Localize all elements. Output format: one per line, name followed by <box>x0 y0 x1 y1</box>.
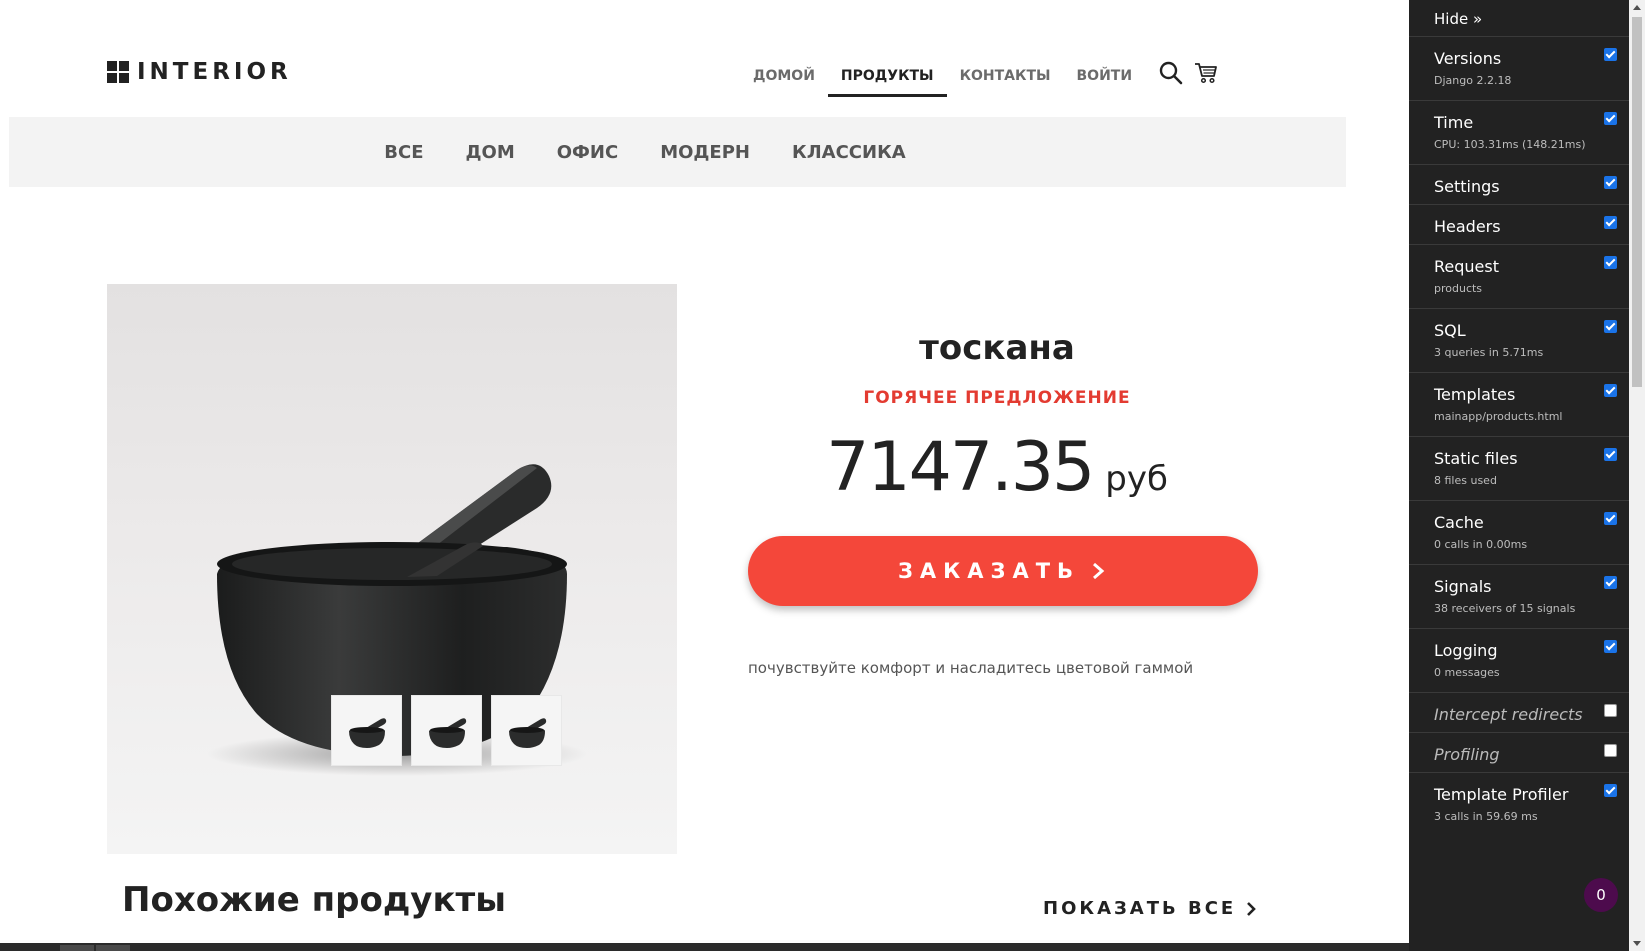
panel-toggle-checkbox[interactable] <box>1604 48 1617 61</box>
panel-toggle-checkbox[interactable] <box>1604 112 1617 125</box>
debug-panel-name: Template Profiler <box>1434 785 1569 804</box>
debug-panel-name: SQL <box>1434 321 1466 340</box>
panel-toggle-checkbox[interactable] <box>1604 704 1617 717</box>
panel-toggle-checkbox[interactable] <box>1604 744 1617 757</box>
panel-toggle-checkbox[interactable] <box>1604 216 1617 229</box>
nav-link-3[interactable]: ВОЙТИ <box>1064 60 1146 97</box>
category-link-4[interactable]: КЛАССИКА <box>792 142 906 163</box>
product-title: тоскана <box>919 328 1075 368</box>
debug-panel-summary: products <box>1434 282 1483 295</box>
category-link-1[interactable]: ДОМ <box>466 142 515 163</box>
scroll-down-icon[interactable] <box>1633 941 1641 946</box>
cart-icon[interactable] <box>1193 60 1219 86</box>
mortar-pestle-illustration <box>207 464 587 776</box>
debug-panel-static-files[interactable]: Static files 8 files used <box>1409 436 1629 500</box>
debug-panel-name: Profiling <box>1434 745 1500 764</box>
category-link-3[interactable]: МОДЕРН <box>660 142 750 163</box>
debug-panel-name: Cache <box>1434 513 1484 532</box>
debug-panel-versions[interactable]: Versions Django 2.2.18 <box>1409 36 1629 100</box>
debug-panel-name: Templates <box>1434 385 1516 404</box>
debug-panel-summary: 8 files used <box>1434 474 1497 487</box>
search-icon[interactable] <box>1158 60 1184 86</box>
debug-panel-logging[interactable]: Logging 0 messages <box>1409 628 1629 692</box>
debug-panel-name: Request <box>1434 257 1499 276</box>
panel-toggle-checkbox[interactable] <box>1604 512 1617 525</box>
order-button-label: ЗАКАЗАТЬ <box>897 559 1081 583</box>
debug-panel-headers[interactable]: Headers <box>1409 204 1629 244</box>
panel-toggle-checkbox[interactable] <box>1604 784 1617 797</box>
panel-toggle-checkbox[interactable] <box>1604 320 1617 333</box>
page: INTERIOR ДОМОЙ ПРОДУКТЫ КОНТАКТЫ ВОЙТИ ВСЕ Д… <box>0 0 1645 951</box>
debug-panel-list: Versions Django 2.2.18 Time CPU: 103.31ms (… <box>1409 36 1629 836</box>
order-button[interactable]: ЗАКАЗАТЬ <box>748 536 1258 606</box>
debug-panel-settings[interactable]: Settings <box>1409 164 1629 204</box>
panel-toggle-checkbox[interactable] <box>1604 384 1617 397</box>
product-thumbnail[interactable] <box>412 696 481 765</box>
debug-panel-template-profiler[interactable]: Template Profiler 3 calls in 59.69 ms <box>1409 772 1629 836</box>
debug-panel-cache[interactable]: Cache 0 calls in 0.00ms <box>1409 500 1629 564</box>
nav-link-0[interactable]: ДОМОЙ <box>740 60 828 97</box>
category-link-0[interactable]: ВСЕ <box>384 142 423 163</box>
panel-toggle-checkbox[interactable] <box>1604 176 1617 189</box>
debug-panel-summary: 0 messages <box>1434 666 1500 679</box>
strip-tab <box>96 945 130 951</box>
debug-panel-summary: 3 queries in 5.71ms <box>1434 346 1544 359</box>
logo-icon <box>107 61 129 83</box>
debug-panel-request[interactable]: Request products <box>1409 244 1629 308</box>
debug-panel-name: Settings <box>1434 177 1500 196</box>
debug-panel-summary: 38 receivers of 15 signals <box>1434 602 1576 615</box>
hot-offer-label: ГОРЯЧЕЕ ПРЕДЛОЖЕНИЕ <box>863 388 1131 408</box>
nav-link-1[interactable]: ПРОДУКТЫ <box>827 60 947 97</box>
notification-badge[interactable]: 0 <box>1584 878 1618 912</box>
price-value: 7147.35 <box>826 428 1095 507</box>
thumbnail-strip <box>332 696 561 765</box>
show-all-label: ПОКАЗАТЬ ВСЕ <box>1043 898 1237 919</box>
product-thumbnail[interactable] <box>492 696 561 765</box>
debug-panel-name: Logging <box>1434 641 1498 660</box>
debug-panel-summary: mainapp/products.html <box>1434 410 1563 423</box>
debug-panel-summary: 3 calls in 59.69 ms <box>1434 810 1538 823</box>
debug-panel-templates[interactable]: Templates mainapp/products.html <box>1409 372 1629 436</box>
scrollbar-thumb[interactable] <box>1632 17 1642 387</box>
debug-panel-summary: 0 calls in 0.00ms <box>1434 538 1528 551</box>
logo-text: INTERIOR <box>137 59 292 85</box>
scrollbar[interactable] <box>1629 0 1645 951</box>
strip-tab <box>60 945 94 951</box>
nav-link-2[interactable]: КОНТАКТЫ <box>947 60 1064 97</box>
category-bar: ВСЕ ДОМ ОФИС МОДЕРН КЛАССИКА <box>9 117 1346 187</box>
debug-panel-intercept-redirects[interactable]: Intercept redirects <box>1409 692 1629 732</box>
debug-panel-summary: Django 2.2.18 <box>1434 74 1512 87</box>
price-currency: руб <box>1105 459 1168 499</box>
bottom-strip <box>0 943 1409 951</box>
debug-panel-profiling[interactable]: Profiling <box>1409 732 1629 772</box>
debug-panel-name: Time <box>1434 113 1474 132</box>
debug-panel-name: Signals <box>1434 577 1492 596</box>
panel-toggle-checkbox[interactable] <box>1604 448 1617 461</box>
debug-panel-name: Versions <box>1434 49 1502 68</box>
debug-panel-signals[interactable]: Signals 38 receivers of 15 signals <box>1409 564 1629 628</box>
panel-toggle-checkbox[interactable] <box>1604 576 1617 589</box>
product-image <box>107 284 677 854</box>
debug-toolbar: Hide » Versions Django 2.2.18 Time CPU: 103… <box>1409 0 1629 951</box>
debug-panel-name: Static files <box>1434 449 1518 468</box>
similar-products-title: Похожие продукты <box>122 880 506 920</box>
product-thumbnail[interactable] <box>332 696 401 765</box>
debug-panel-name: Headers <box>1434 217 1501 236</box>
product-price: 7147.35 руб <box>737 428 1257 507</box>
debug-panel-time[interactable]: Time CPU: 103.31ms (148.21ms) <box>1409 100 1629 164</box>
scroll-up-icon[interactable] <box>1633 5 1641 10</box>
debug-panel-summary: CPU: 103.31ms (148.21ms) <box>1434 138 1586 151</box>
debug-panel-sql[interactable]: SQL 3 queries in 5.71ms <box>1409 308 1629 372</box>
main-nav: ДОМОЙ ПРОДУКТЫ КОНТАКТЫ ВОЙТИ <box>740 60 1145 97</box>
logo[interactable]: INTERIOR <box>107 59 292 85</box>
debug-panel-name: Intercept redirects <box>1434 705 1583 724</box>
category-link-2[interactable]: ОФИС <box>557 142 618 163</box>
panel-toggle-checkbox[interactable] <box>1604 640 1617 653</box>
chevron-right-icon <box>1247 901 1257 916</box>
hide-toolbar-button[interactable]: Hide » <box>1434 10 1482 28</box>
chevron-right-icon <box>1093 562 1105 580</box>
show-all-link[interactable]: ПОКАЗАТЬ ВСЕ <box>1043 898 1258 919</box>
panel-toggle-checkbox[interactable] <box>1604 256 1617 269</box>
product-description: почувствуйте комфорт и насладитесь цвето… <box>748 659 1194 677</box>
